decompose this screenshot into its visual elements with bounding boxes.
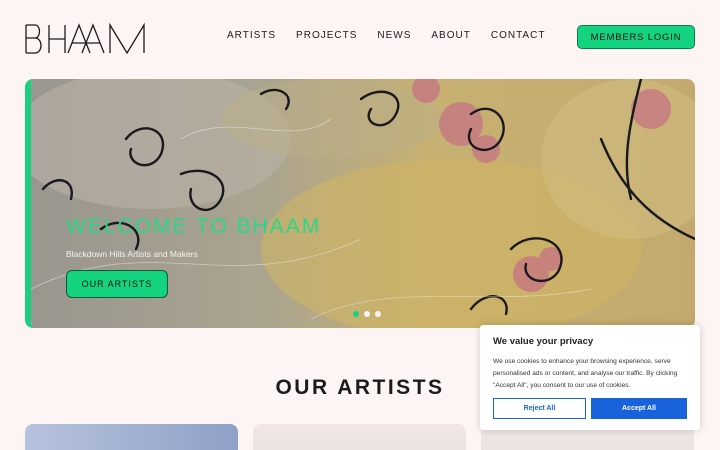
slider-dot-1[interactable]	[353, 311, 359, 317]
main-nav: ARTISTS PROJECTS NEWS ABOUT CONTACT	[227, 30, 545, 41]
nav-contact[interactable]: CONTACT	[491, 30, 546, 41]
bhaam-logo[interactable]	[24, 22, 150, 56]
reject-all-button[interactable]: Reject All	[493, 398, 586, 419]
nav-projects[interactable]: PROJECTS	[296, 30, 357, 41]
artist-card[interactable]	[253, 424, 466, 450]
artist-card[interactable]	[25, 424, 238, 450]
cookie-actions: Reject All Accept All	[493, 398, 687, 419]
slider-dot-3[interactable]	[375, 311, 381, 317]
nav-about[interactable]: ABOUT	[431, 30, 470, 41]
nav-artists[interactable]: ARTISTS	[227, 30, 276, 41]
hero-slider: WELCOME TO BHAAM Blackdown Hills Artists…	[25, 79, 695, 328]
hero-title: WELCOME TO BHAAM	[66, 215, 322, 238]
our-artists-button[interactable]: OUR ARTISTS	[66, 270, 168, 298]
cookie-description: We use cookies to enhance your browsing …	[493, 358, 678, 389]
cookie-title: We value your privacy	[493, 336, 594, 347]
nav-news[interactable]: NEWS	[377, 30, 411, 41]
slider-dot-2[interactable]	[364, 311, 370, 317]
hero-subtitle: Blackdown Hills Artists and Makers	[66, 249, 198, 259]
members-login-button[interactable]: MEMBERS LOGIN	[577, 25, 695, 49]
cookie-consent-dialog: We value your privacy We use cookies to …	[480, 325, 700, 430]
slider-pagination	[353, 311, 381, 317]
accept-all-button[interactable]: Accept All	[591, 398, 687, 419]
logo-mark	[25, 22, 145, 55]
